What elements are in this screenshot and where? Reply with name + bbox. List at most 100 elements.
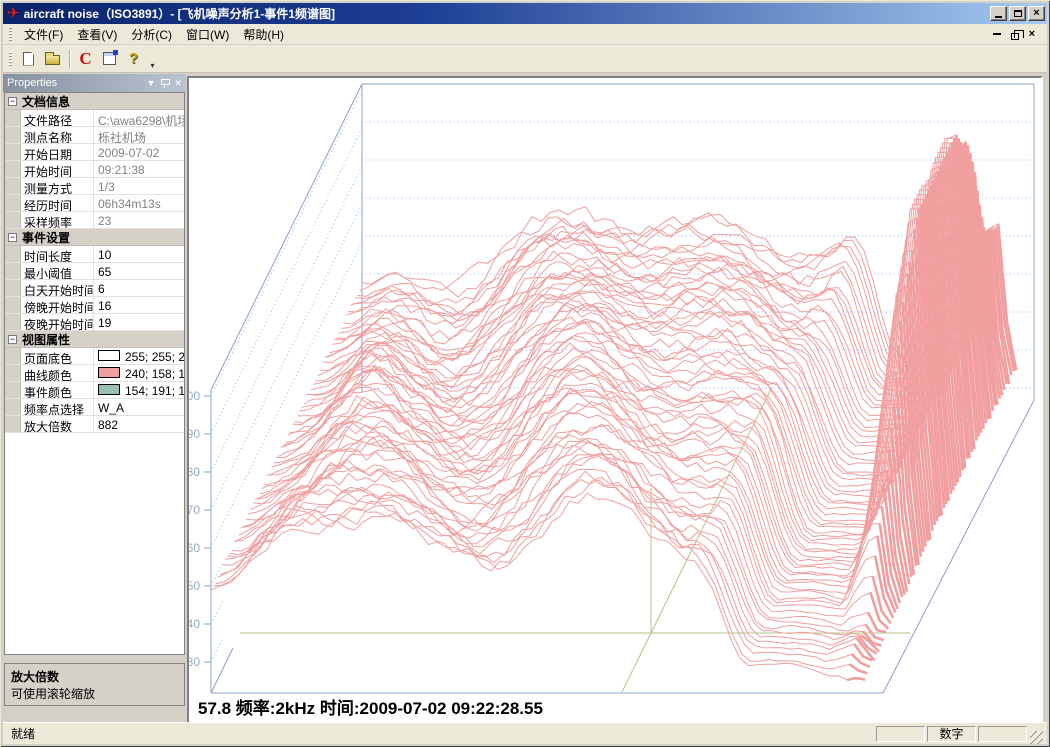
row-gutter: [5, 127, 21, 143]
y-axis-tick-label: 60: [189, 541, 200, 555]
y-axis-tick-label: 50: [189, 579, 200, 593]
property-label: 时间长度: [21, 246, 94, 262]
panel-close-button[interactable]: ✕: [174, 79, 182, 88]
property-value[interactable]: 1/3: [94, 178, 184, 194]
menu-help[interactable]: 帮助(H): [236, 23, 291, 46]
property-value[interactable]: 16: [94, 297, 184, 313]
toolbar-separator: [69, 50, 70, 68]
description-text: 可使用滚轮缩放: [11, 685, 178, 702]
property-value[interactable]: 240; 158; 15: [94, 365, 184, 381]
help-button[interactable]: ?: [122, 48, 145, 70]
color-value-text: 240; 158; 15: [125, 367, 184, 381]
mdi-restore-icon: [1011, 33, 1019, 40]
property-label: 放大倍数: [21, 416, 94, 432]
property-row: 夜晚开始时间19: [5, 314, 184, 331]
property-row: 文件路径C:\awa6298\机场: [5, 110, 184, 127]
row-gutter: [5, 314, 21, 330]
section-document-info[interactable]: − 文档信息: [5, 93, 184, 110]
property-value[interactable]: 09:21:38: [94, 161, 184, 177]
panel-pin-button[interactable]: [161, 79, 168, 88]
property-row: 傍晚开始时间16: [5, 297, 184, 314]
property-value[interactable]: W_A: [94, 399, 184, 415]
y-axis-tick-label: 70: [189, 503, 200, 517]
property-value[interactable]: 10: [94, 246, 184, 262]
status-bar: 就绪 数字: [3, 722, 1047, 744]
calibrate-button[interactable]: C: [74, 48, 97, 70]
row-gutter: [5, 110, 21, 126]
ridge-flank: [852, 654, 870, 667]
color-swatch[interactable]: [98, 384, 120, 395]
property-value[interactable]: 23: [94, 212, 184, 228]
property-grid: − 文档信息 文件路径C:\awa6298\机场 测点名称栎社机场 开始日期20…: [4, 92, 185, 655]
row-gutter: [5, 416, 21, 432]
status-ready-text: 就绪: [7, 725, 874, 742]
close-button[interactable]: ×: [1028, 6, 1045, 21]
property-value[interactable]: 06h34m13s: [94, 195, 184, 211]
property-label: 测点名称: [21, 127, 94, 143]
y-axis-tick-label: 90: [189, 427, 200, 441]
spectrum-trace: [325, 142, 979, 436]
properties-panel: Properties ▼ ✕ − 文档信息 文件路径C:\awa6298\机场 …: [3, 74, 186, 719]
collapse-icon[interactable]: −: [8, 233, 17, 242]
mdi-restore-button[interactable]: [1011, 29, 1019, 40]
mdi-minimize-icon: [993, 33, 1001, 35]
menu-analyze[interactable]: 分析(C): [124, 23, 179, 46]
new-file-button[interactable]: [17, 48, 40, 70]
new-document-icon: [23, 52, 34, 66]
property-value[interactable]: 栎社机场: [94, 127, 184, 143]
window-title: aircraft noise（ISO3891）- [飞机噪声分析1-事件1频谱图…: [24, 5, 988, 22]
y-axis-tick-label: 30: [189, 655, 200, 669]
mdi-minimize-button[interactable]: [993, 33, 1001, 35]
property-value[interactable]: 6: [94, 280, 184, 296]
menu-file[interactable]: 文件(F): [17, 23, 70, 46]
section-title: 文档信息: [22, 93, 70, 110]
color-swatch[interactable]: [98, 350, 120, 361]
property-value[interactable]: 154; 191; 18: [94, 382, 184, 398]
property-label: 傍晚开始时间: [21, 297, 94, 313]
property-label: 开始时间: [21, 161, 94, 177]
collapse-icon[interactable]: −: [8, 97, 17, 106]
property-value[interactable]: 2009-07-02: [94, 144, 184, 160]
row-gutter: [5, 280, 21, 296]
panel-menu-button[interactable]: ▼: [147, 79, 156, 88]
maximize-button[interactable]: [1009, 6, 1026, 21]
airplane-app-icon: ✈: [7, 6, 20, 21]
close-icon: ×: [1033, 8, 1039, 19]
toolbar-grip[interactable]: [9, 52, 12, 66]
section-event-settings[interactable]: − 事件设置: [5, 229, 184, 246]
property-value[interactable]: 882: [94, 416, 184, 432]
property-value[interactable]: C:\awa6298\机场: [94, 110, 184, 126]
property-row: 开始日期2009-07-02: [5, 144, 184, 161]
row-gutter: [5, 399, 21, 415]
properties-button[interactable]: [98, 48, 121, 70]
color-value-text: 154; 191; 18: [125, 384, 184, 398]
row-gutter: [5, 161, 21, 177]
chart-readout: 57.8 频率:2kHz 时间:2009-07-02 09:22:28.55: [198, 698, 543, 718]
property-value[interactable]: 19: [94, 314, 184, 330]
collapse-icon[interactable]: −: [8, 335, 17, 344]
menu-window[interactable]: 窗口(W): [179, 23, 236, 46]
spectrum-trace: [318, 138, 972, 452]
y-axis-tick-label: 40: [189, 617, 200, 631]
section-view-properties[interactable]: − 视图属性: [5, 331, 184, 348]
minimize-button[interactable]: [990, 6, 1007, 21]
row-gutter: [5, 382, 21, 398]
property-row: 白天开始时间6: [5, 280, 184, 297]
property-label: 采样频率: [21, 212, 94, 228]
open-file-button[interactable]: [41, 48, 64, 70]
open-folder-icon: [45, 55, 60, 65]
mdi-close-button[interactable]: ×: [1029, 29, 1035, 40]
toolbar-options-button[interactable]: ▾: [146, 48, 159, 70]
menubar-grip[interactable]: [9, 27, 12, 41]
property-row: 采样频率23: [5, 212, 184, 229]
spectrogram-3d-chart[interactable]: 10090807060504030 57.8 频率:2kHz 时间:2009-0…: [189, 78, 1041, 724]
property-value[interactable]: 255; 255; 25: [94, 348, 184, 364]
row-gutter: [5, 297, 21, 313]
properties-panel-header[interactable]: Properties ▼ ✕: [3, 74, 186, 92]
color-swatch[interactable]: [98, 367, 120, 378]
title-bar[interactable]: ✈ aircraft noise（ISO3891）- [飞机噪声分析1-事件1频…: [3, 3, 1047, 24]
property-value[interactable]: 65: [94, 263, 184, 279]
window-resize-grip[interactable]: [1030, 731, 1043, 744]
menu-view[interactable]: 查看(V): [70, 23, 124, 46]
row-gutter: [5, 263, 21, 279]
